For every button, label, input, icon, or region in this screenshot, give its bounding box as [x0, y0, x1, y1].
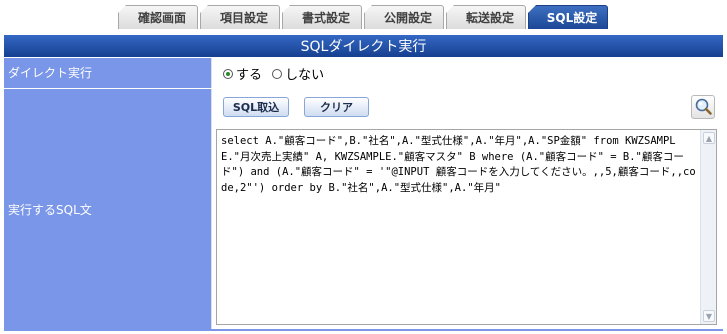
vertical-scrollbar[interactable]: ▲ ▼ — [700, 130, 716, 324]
tab-confirm[interactable]: 確認画面 — [118, 5, 198, 29]
tab-transfer-settings[interactable]: 転送設定 — [446, 5, 526, 29]
sql-label: 実行するSQL文 — [4, 89, 211, 329]
direct-exec-options: する しない — [212, 58, 723, 88]
scroll-down-icon[interactable]: ▼ — [703, 310, 715, 322]
sql-textarea[interactable]: select A."顧客コード",B."社名",A."型式仕様",A."年月",… — [216, 129, 717, 325]
section-title: SQLダイレクト実行 — [4, 35, 723, 57]
tab-label: 公開設定 — [383, 11, 432, 25]
tab-label: 転送設定 — [465, 11, 514, 25]
radio-unselected-icon — [272, 68, 283, 79]
tab-bar: 確認画面 項目設定 書式設定 公開設定 転送設定 SQL設定 — [0, 0, 727, 34]
radio-do[interactable]: する — [223, 64, 262, 83]
table-bottom-border — [4, 329, 723, 331]
tab-sql-settings[interactable]: SQL設定 — [528, 5, 608, 29]
radio-do-not[interactable]: しない — [272, 64, 324, 83]
search-button[interactable] — [691, 95, 715, 119]
tab-publish-settings[interactable]: 公開設定 — [364, 5, 444, 29]
sql-fetch-button[interactable]: SQL取込 — [223, 97, 289, 117]
sql-text: select A."顧客コード",B."社名",A."型式仕様",A."年月",… — [221, 135, 696, 194]
radio-selected-icon — [223, 68, 233, 79]
tab-label: 確認画面 — [137, 11, 186, 25]
tab-format-settings[interactable]: 書式設定 — [282, 5, 362, 29]
radio-do-label: する — [236, 68, 263, 83]
tab-label: 項目設定 — [219, 11, 268, 25]
tab-item-settings[interactable]: 項目設定 — [200, 5, 280, 29]
tab-label: 書式設定 — [301, 11, 350, 25]
magnifier-icon — [695, 98, 712, 115]
clear-button[interactable]: クリア — [304, 97, 369, 117]
tab-label: SQL設定 — [546, 11, 598, 25]
scroll-up-icon[interactable]: ▲ — [703, 132, 715, 144]
radio-do-not-label: しない — [285, 68, 325, 83]
sql-panel: SQL取込 クリア select A."顧客コード",B."社名",A."型式仕… — [212, 89, 723, 329]
direct-exec-label: ダイレクト実行 — [4, 58, 211, 88]
